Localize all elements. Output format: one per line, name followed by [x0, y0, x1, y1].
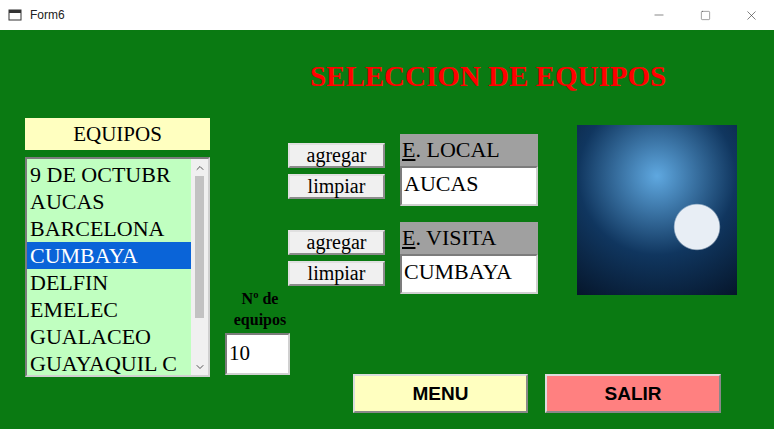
field-value[interactable]: AUCAS	[400, 166, 538, 206]
title-bar: Form6	[0, 0, 774, 30]
app-icon	[8, 8, 22, 22]
team-item[interactable]: GUAYAQUIL C	[27, 350, 191, 375]
form-body: SELECCION DE EQUIPOSEQUIPOS9 DE OCTUBRAU…	[0, 30, 774, 429]
access-key: E	[402, 225, 415, 251]
team-field: E. LOCALAUCAS	[400, 134, 538, 206]
team-item[interactable]: EMELEC	[27, 296, 191, 323]
field-label: E. VISITA	[400, 222, 538, 254]
football-photo	[577, 125, 737, 295]
team-field: E. VISITACUMBAYA	[400, 222, 538, 294]
scroll-down-icon[interactable]	[194, 358, 206, 375]
salir-button[interactable]: SALIR	[545, 374, 721, 413]
teams-panel: EQUIPOS 9 DE OCTUBRAUCASBARCELONACUMBAYAD…	[25, 118, 210, 377]
window-title: Form6	[30, 8, 636, 22]
teams-label: EQUIPOS	[25, 118, 210, 150]
team-item[interactable]: GUALACEO	[27, 323, 191, 350]
scroll-up-icon[interactable]	[194, 159, 206, 176]
scroll-track[interactable]	[191, 176, 208, 358]
team-item[interactable]: 9 DE OCTUBR	[27, 161, 191, 188]
minimize-icon[interactable]	[636, 0, 682, 30]
access-key: E	[402, 137, 415, 163]
clear-button[interactable]: limpiar	[288, 261, 385, 286]
maximize-icon[interactable]	[682, 0, 728, 30]
window: Form6 SELECCION DE EQUIPOS EQUIPOS 9 DE OCT…	[0, 0, 774, 429]
teams-list[interactable]: 9 DE OCTUBRAUCASBARCELONACUMBAYADELFINEM…	[25, 157, 210, 377]
field-label: E. LOCAL	[400, 134, 538, 166]
count-label: Nº de equipos	[225, 288, 295, 330]
button-pair: agregar limpiar	[288, 143, 385, 199]
button-pair: agregar limpiar	[288, 230, 385, 286]
clear-button[interactable]: limpiar	[288, 174, 385, 199]
close-icon[interactable]	[728, 0, 774, 30]
add-button[interactable]: agregar	[288, 143, 385, 168]
fields: E. LOCALAUCAS E. VISITACUMBAYA	[400, 134, 538, 294]
field-value[interactable]: CUMBAYA	[400, 254, 538, 294]
list-items: 9 DE OCTUBRAUCASBARCELONACUMBAYADELFINEM…	[27, 159, 191, 375]
menu-button[interactable]: MENU	[353, 374, 528, 413]
team-item[interactable]: AUCAS	[27, 188, 191, 215]
scrollbar[interactable]	[191, 159, 208, 375]
team-item[interactable]: DELFIN	[27, 269, 191, 296]
team-item[interactable]: CUMBAYA	[27, 242, 191, 269]
count-block: Nº de equipos10	[225, 288, 295, 375]
add-button[interactable]: agregar	[288, 230, 385, 255]
action-buttons: agregar limpiar agregar limpiar	[288, 143, 385, 286]
scroll-thumb[interactable]	[195, 176, 204, 318]
count-field[interactable]: 10	[225, 333, 290, 375]
team-item[interactable]: BARCELONA	[27, 215, 191, 242]
heading: SELECCION DE EQUIPOS	[280, 56, 666, 93]
